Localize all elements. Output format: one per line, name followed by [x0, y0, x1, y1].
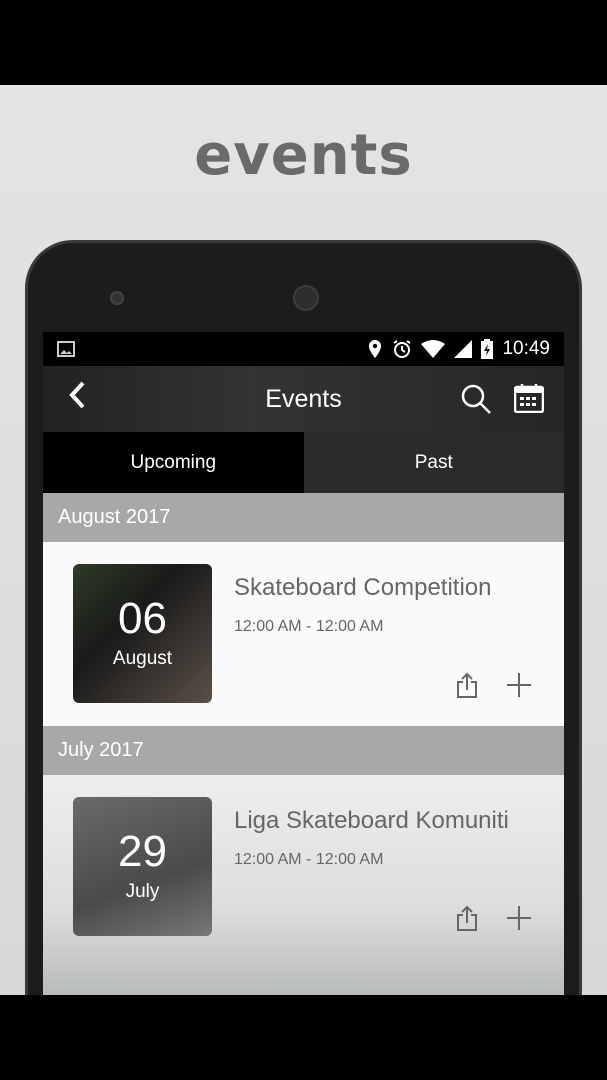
- camera: [110, 291, 124, 305]
- signal-icon: [454, 340, 473, 358]
- share-icon[interactable]: [456, 905, 478, 931]
- tab-upcoming[interactable]: Upcoming: [43, 432, 304, 493]
- back-icon: [69, 381, 85, 408]
- status-time: 10:49: [502, 338, 550, 359]
- event-time: 12:00 AM - 12:00 AM: [234, 618, 384, 635]
- section-header: August 2017: [43, 493, 564, 542]
- speaker: [293, 285, 319, 311]
- share-icon[interactable]: [456, 672, 478, 698]
- event-time: 12:00 AM - 12:00 AM: [234, 851, 384, 868]
- event-title: Skateboard Competition: [234, 574, 492, 601]
- event-card[interactable]: 29 July Liga Skateboard Komuniti 12:00 A…: [43, 775, 564, 995]
- event-thumbnail: 29 July: [73, 797, 212, 936]
- wifi-icon: [421, 340, 446, 358]
- add-icon[interactable]: [506, 905, 532, 931]
- calendar-icon[interactable]: [514, 383, 544, 413]
- tab-past[interactable]: Past: [303, 432, 564, 493]
- promo-heading: events: [194, 123, 413, 188]
- search-icon[interactable]: [460, 383, 492, 415]
- image-icon: [57, 341, 75, 357]
- section-header: July 2017: [43, 726, 564, 775]
- back-button[interactable]: [43, 380, 113, 419]
- event-card[interactable]: 06 August Skateboard Competition 12:00 A…: [43, 542, 564, 726]
- event-title: Liga Skateboard Komuniti: [234, 807, 509, 834]
- app-screen: 10:49 Events Upcoming Past August 2017 0…: [43, 332, 564, 995]
- status-bar: 10:49: [43, 332, 564, 366]
- event-day: 06: [118, 594, 167, 643]
- location-icon: [369, 340, 382, 358]
- event-thumbnail: 06 August: [73, 564, 212, 703]
- event-month: July: [125, 881, 160, 902]
- event-month: August: [112, 648, 173, 669]
- add-icon[interactable]: [506, 672, 532, 698]
- toolbar: Events: [43, 366, 564, 432]
- battery-charging-icon: [481, 339, 494, 359]
- event-day: 29: [118, 827, 167, 876]
- bottom-letterbox: [0, 995, 607, 1080]
- tab-bar: Upcoming Past: [43, 432, 564, 493]
- alarm-icon: [393, 340, 412, 358]
